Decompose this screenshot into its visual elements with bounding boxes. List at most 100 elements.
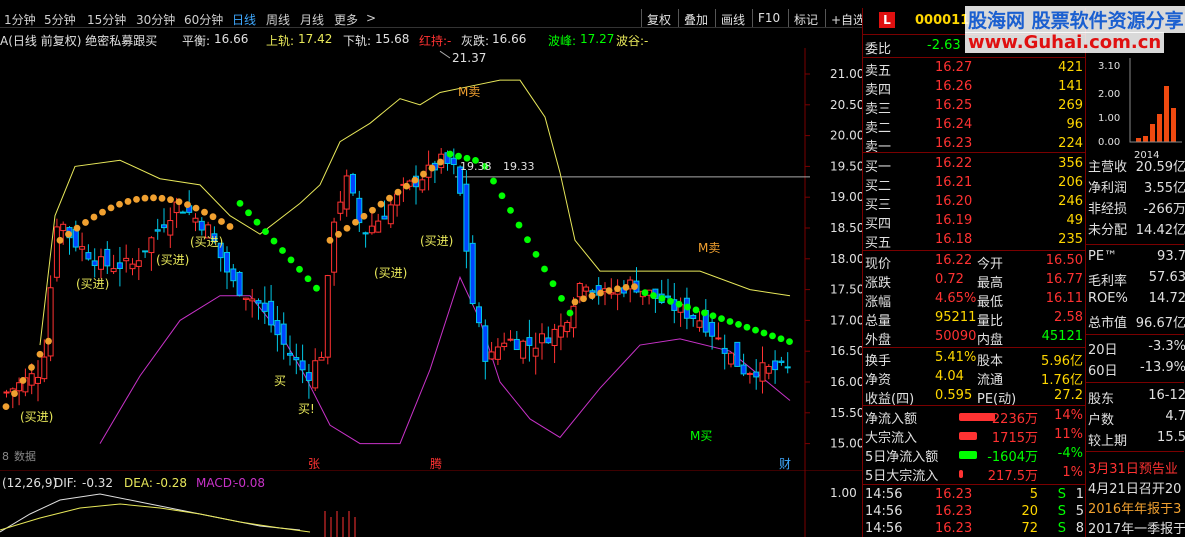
notice-text: 2017年一季报于: [1088, 522, 1185, 537]
flow-value: 217.5万: [987, 469, 1038, 484]
candle-body: [375, 220, 382, 233]
candle-body: [709, 321, 716, 337]
bid-price: 16.21: [935, 175, 973, 190]
green-signal-dot: [667, 297, 674, 305]
period-more[interactable]: 更多: [334, 11, 358, 28]
mini-bar: [1164, 86, 1169, 142]
fin-row: 净利润 3.55亿: [1088, 176, 1185, 196]
green-signal-dot: [684, 303, 691, 311]
buy-in-label-2: (买进): [76, 277, 109, 291]
orange-signal-dot: [99, 208, 106, 216]
dea-value: -0.28: [156, 476, 187, 490]
fin-row-value: 20.59亿: [1135, 160, 1185, 175]
period-15min[interactable]: 15分钟: [87, 11, 126, 28]
fin-row-label: 主营收: [1088, 160, 1128, 175]
candlestick-chart[interactable]: 21.37 19.38 19.33 (买进) (买进) (买进) (买进) (买…: [0, 48, 862, 470]
ask-price: 16.26: [935, 79, 973, 94]
ask-volume: 421: [1058, 60, 1083, 75]
event-marker-cai[interactable]: 财: [779, 457, 791, 470]
f10-button[interactable]: F10: [752, 9, 785, 27]
flow-value: 2236万: [991, 412, 1038, 427]
stat-label: 涨跌: [865, 276, 892, 291]
tick-row[interactable]: 14:56 16.23 5 S 1: [863, 486, 1086, 504]
tick-row[interactable]: 14:56 16.23 20 S 5: [863, 503, 1086, 521]
stat-label: 量比: [977, 314, 1004, 329]
event-marker-zhang[interactable]: 张: [308, 457, 320, 470]
candle-body: [513, 338, 520, 351]
buy-in-label-6: (买进): [420, 234, 453, 248]
mini-bar: [1157, 114, 1162, 142]
candle-body: [72, 228, 79, 248]
green-signal-dot: [752, 326, 759, 334]
orange-signal-dot: [403, 182, 410, 190]
fuquan-button[interactable]: 复权: [641, 9, 676, 27]
notice-item[interactable]: 2017年一季报于: [1088, 517, 1185, 537]
y-tick-label: 16.00: [830, 375, 862, 389]
orange-signal-dot: [377, 200, 385, 208]
holder-row: 户数 4.7: [1088, 408, 1185, 428]
macd-panel[interactable]: (12,26,9) DIF: -0.32 DEA: -0.28 MACD: -0…: [0, 470, 862, 537]
green-signal-dot: [718, 315, 725, 322]
candle-body: [532, 347, 539, 357]
quote-panel: L 000011 委比 -2.63 卖五 16.27 421 卖四 16.26 141 卖三…: [862, 8, 1086, 537]
bid-level-label: 买一: [865, 160, 892, 175]
bid-price: 16.18: [935, 232, 973, 247]
ask-volume: 141: [1058, 79, 1083, 94]
tick-row[interactable]: 14:56 16.23 72 S 8: [863, 520, 1086, 537]
fin-row-label: 未分配: [1088, 223, 1128, 238]
period-1min[interactable]: 1分钟: [4, 11, 36, 28]
stat-label: 流通: [977, 373, 1004, 388]
period-weekly[interactable]: 周线: [266, 11, 290, 28]
period-5min[interactable]: 5分钟: [44, 11, 76, 28]
notice-item[interactable]: 2016年年报于3: [1088, 497, 1185, 517]
notice-item[interactable]: 3月31日预告业: [1088, 457, 1185, 477]
candle-body: [583, 286, 590, 292]
dif-value: -0.32: [82, 476, 113, 490]
y-tick-label: 21.00: [830, 67, 862, 81]
candle-body: [161, 224, 167, 229]
candle-body: [665, 295, 671, 298]
stat-value: 4.04: [935, 369, 964, 384]
buy-in-label-5: (买进): [374, 266, 407, 280]
mid-price-label-1: 19.38: [460, 160, 492, 173]
candle-body: [274, 320, 281, 336]
divider: [863, 57, 1086, 58]
period-monthly[interactable]: 月线: [300, 11, 324, 28]
mark-button[interactable]: 标记: [788, 9, 823, 27]
divider: [863, 250, 1086, 251]
chevron-right-icon[interactable]: >: [366, 11, 376, 25]
ask-level-label: 卖三: [865, 102, 892, 117]
candle-body: [305, 372, 312, 381]
draw-line-button[interactable]: 画线: [715, 9, 750, 27]
orange-signal-dot: [116, 200, 123, 208]
ask-price: 16.27: [935, 60, 973, 75]
candle-body: [772, 360, 779, 371]
overlay-button[interactable]: 叠加: [678, 9, 713, 27]
orange-signal-dot: [209, 213, 217, 221]
holder-row-label: 户数: [1088, 413, 1115, 428]
stat-value: 4.65%: [935, 291, 977, 306]
stat-row: 总量 95211 量比 2.58: [863, 309, 1086, 329]
candle-body: [469, 242, 476, 305]
candle-body: [261, 302, 268, 312]
flow-value: 1715万: [991, 431, 1038, 446]
candle-body: [381, 215, 388, 220]
stat-label: 内盘: [977, 333, 1004, 348]
candle-body: [476, 306, 482, 324]
orange-signal-dot: [580, 295, 587, 303]
period-30min[interactable]: 30分钟: [136, 11, 175, 28]
notice-item[interactable]: 4月21日召开20: [1088, 477, 1185, 497]
candle-body: [198, 220, 205, 231]
event-marker-teng[interactable]: 腾: [430, 456, 442, 470]
green-signal-dot: [313, 284, 320, 292]
stat-label: 现价: [865, 257, 892, 272]
tick-time: 14:56: [865, 487, 903, 502]
tick-direction: S: [1057, 487, 1066, 502]
orange-signal-dot: [622, 283, 630, 291]
period-daily[interactable]: 日线: [232, 11, 256, 28]
green-signal-dot: [507, 206, 514, 214]
y-tick-label: 16.50: [830, 344, 862, 358]
stat-value: 27.2: [1054, 388, 1083, 403]
period-60min[interactable]: 60分钟: [184, 11, 223, 28]
green-signal-dot: [692, 306, 700, 314]
